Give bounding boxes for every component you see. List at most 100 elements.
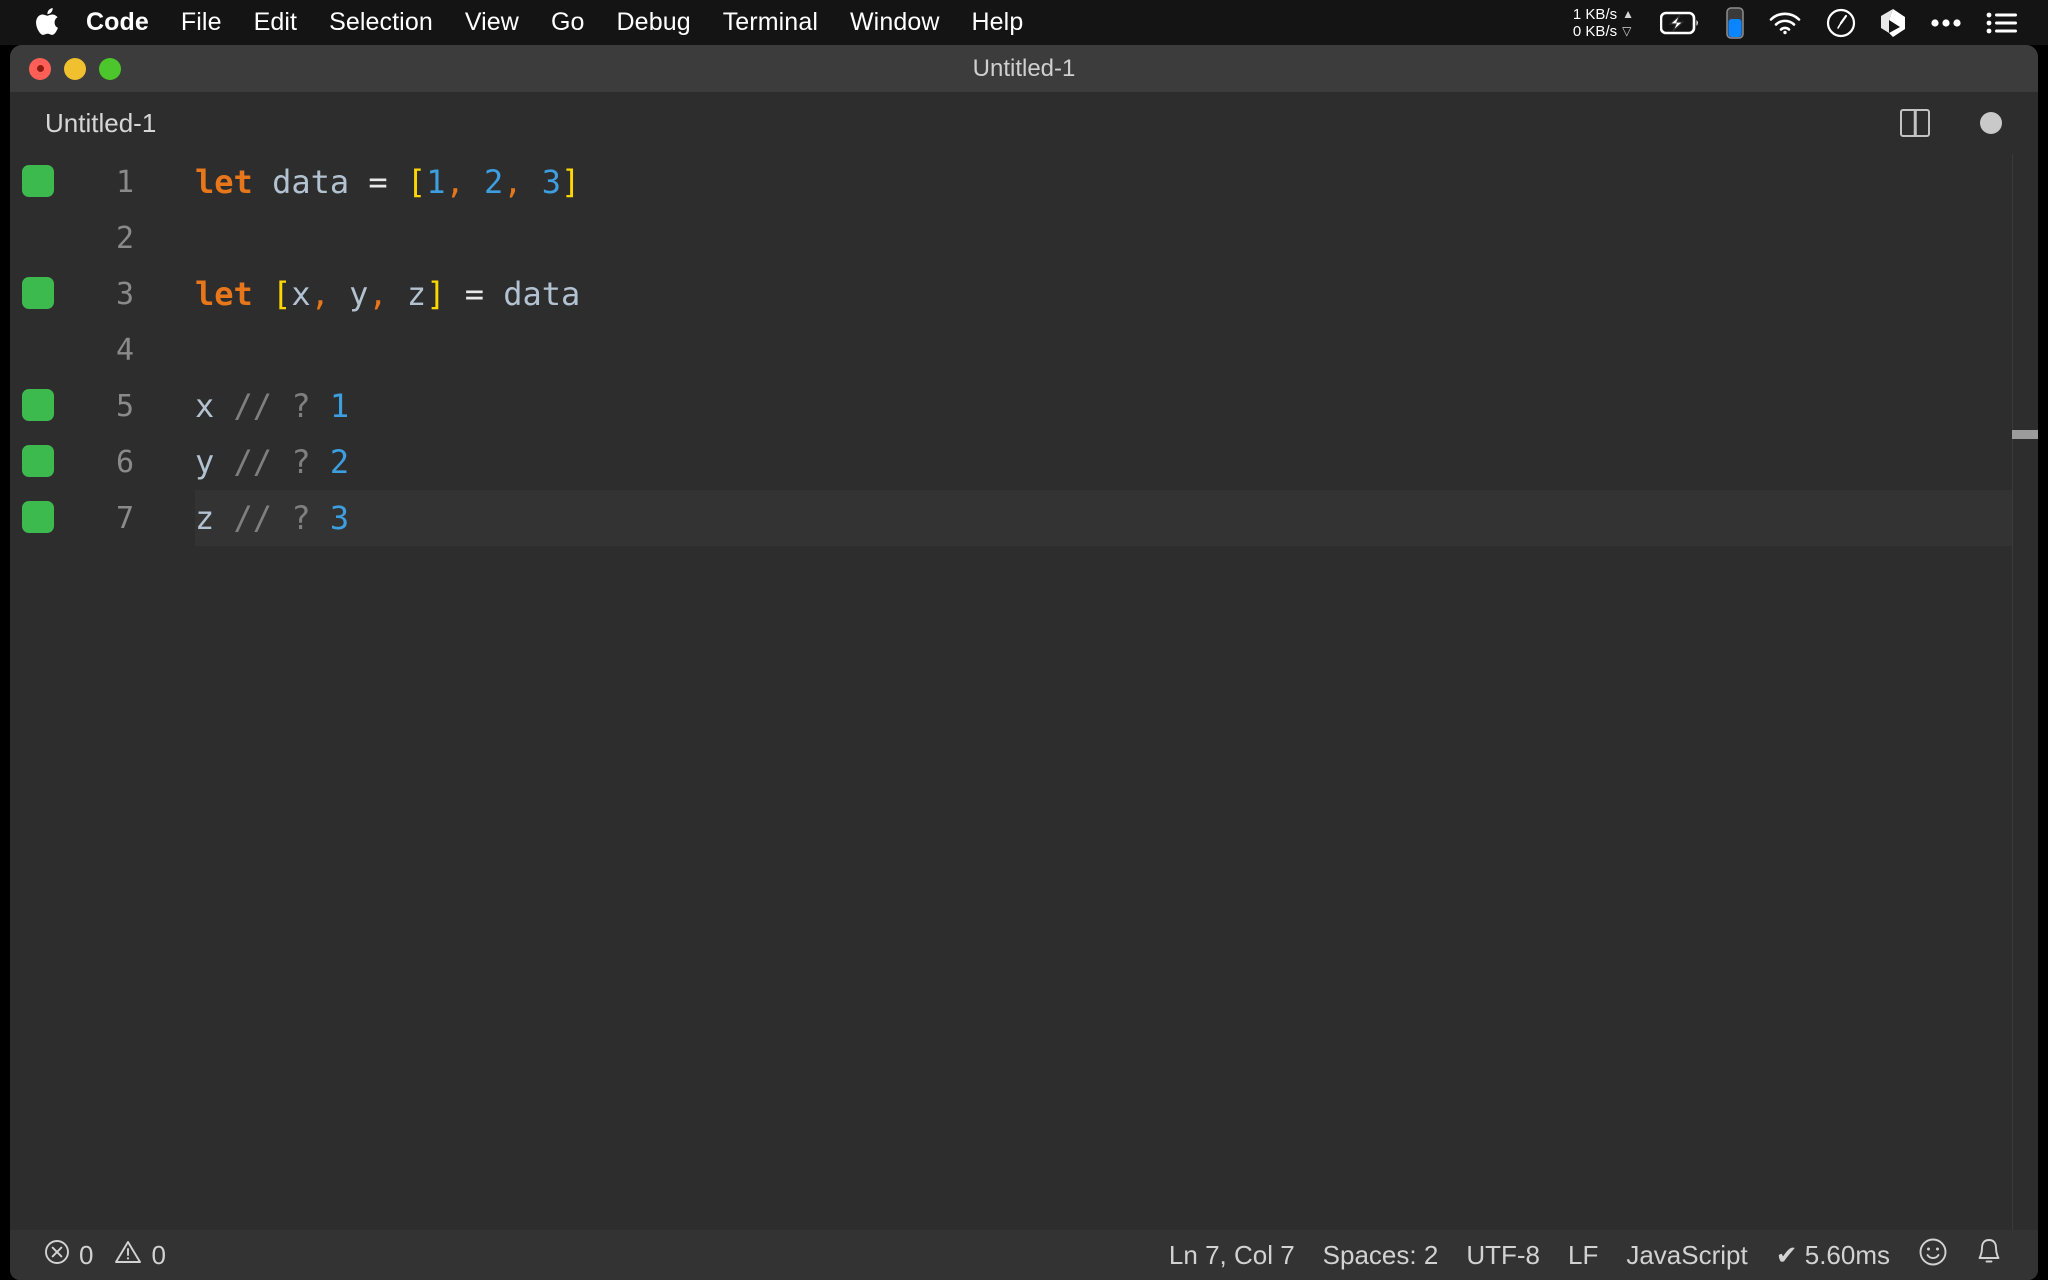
encoding-status[interactable]: UTF-8 <box>1452 1230 1554 1280</box>
code-line-5[interactable]: 5 x // ? 1 <box>10 378 2038 434</box>
notifications-status[interactable] <box>1962 1230 2016 1280</box>
ellipsis-icon[interactable] <box>1930 18 1962 28</box>
code-token: = <box>464 275 484 313</box>
problems-status[interactable]: 0 0 <box>32 1230 180 1280</box>
menubar-status-items: 1 KB/s 0 KB/s ▲ ▽ <box>1573 0 2030 45</box>
download-arrow-icon: ▽ <box>1622 23 1632 38</box>
bell-icon <box>1976 1237 2002 1274</box>
code-token: // ? <box>233 499 311 537</box>
menu-item-edit[interactable]: Edit <box>238 8 313 37</box>
line-content[interactable]: let [x, y, z] = data <box>195 266 2038 322</box>
status-bar-right: Ln 7, Col 7 Spaces: 2 UTF-8 LF JavaScrip… <box>1155 1230 2016 1280</box>
code-token: let <box>195 163 253 201</box>
menu-item-view[interactable]: View <box>449 8 535 37</box>
menu-item-go[interactable]: Go <box>535 8 601 37</box>
window-titlebar: Untitled-1 <box>10 45 2038 92</box>
overview-ruler[interactable] <box>2012 154 2038 1230</box>
unsaved-dot-icon[interactable] <box>1980 112 2002 134</box>
tab-label: Untitled-1 <box>45 107 157 138</box>
window-title: Untitled-1 <box>972 54 1076 82</box>
code-token: [ <box>406 163 427 201</box>
tab-untitled-1[interactable]: Untitled-1 <box>10 92 183 154</box>
split-editor-icon[interactable] <box>1900 109 1930 137</box>
menu-item-help[interactable]: Help <box>956 8 1040 37</box>
code-line-1[interactable]: 1 let data = [1, 2, 3] <box>10 154 2038 210</box>
line-content[interactable]: let data = [1, 2, 3] <box>195 154 2038 210</box>
code-token: ] <box>561 163 581 201</box>
code-token: z <box>195 499 215 537</box>
quokka-status[interactable]: ✔ 5.60ms <box>1762 1230 1904 1280</box>
battery-charging-icon[interactable] <box>1660 11 1702 35</box>
line-content[interactable]: y // ? 2 <box>195 434 2038 490</box>
language-mode-status[interactable]: JavaScript <box>1612 1230 1761 1280</box>
line-number: 1 <box>115 164 134 200</box>
line-content[interactable] <box>195 322 2038 378</box>
vscode-window: Untitled-1 Untitled-1 1 let data = [1, 2,… <box>10 45 2038 1280</box>
warning-triangle-icon <box>114 1239 142 1272</box>
code-token: , <box>445 163 465 201</box>
menu-item-file[interactable]: File <box>165 8 238 37</box>
code-token: data <box>272 163 350 201</box>
code-token: // ? <box>233 387 311 425</box>
dropbox-icon[interactable] <box>1880 8 1906 38</box>
code-lines-container: 1 let data = [1, 2, 3] 2 3 let [x, y, z] = d… <box>10 154 2038 546</box>
upload-arrow-icon: ▲ <box>1622 6 1634 21</box>
code-line-4[interactable]: 4 <box>10 322 2038 378</box>
menu-item-code[interactable]: Code <box>70 8 165 37</box>
code-token: , <box>368 275 388 313</box>
menu-item-selection[interactable]: Selection <box>313 8 449 37</box>
line-content[interactable]: x // ? 1 <box>195 378 2038 434</box>
battery-level-icon[interactable] <box>1726 6 1744 39</box>
line-number: 6 <box>115 444 134 480</box>
code-line-7[interactable]: 7 z // ? 3 <box>10 490 2038 546</box>
menu-item-window[interactable]: Window <box>834 8 956 37</box>
line-number: 2 <box>115 220 134 256</box>
clock-icon[interactable] <box>1826 8 1856 38</box>
feedback-status[interactable] <box>1904 1230 1962 1280</box>
editor-tabbar: Untitled-1 <box>10 92 2038 154</box>
code-token: 1 <box>329 387 350 425</box>
menubar-items: Code File Edit Selection View Go Debug T… <box>70 8 1039 37</box>
smiley-icon <box>1918 1237 1948 1274</box>
warning-count: 0 <box>151 1239 166 1270</box>
network-speed-indicator[interactable]: 1 KB/s 0 KB/s ▲ ▽ <box>1573 6 1634 40</box>
wifi-icon[interactable] <box>1768 11 1802 35</box>
menu-list-icon[interactable] <box>1986 11 2018 35</box>
code-token: [ <box>272 275 292 313</box>
code-line-6[interactable]: 6 y // ? 2 <box>10 434 2038 490</box>
cursor-position-status[interactable]: Ln 7, Col 7 <box>1155 1230 1309 1280</box>
code-token: , <box>503 163 523 201</box>
code-token: 3 <box>541 163 562 201</box>
code-token: x <box>291 275 311 313</box>
code-token: y <box>195 443 215 481</box>
indentation-status[interactable]: Spaces: 2 <box>1309 1230 1453 1280</box>
status-bar-left: 0 0 <box>32 1230 186 1280</box>
apple-logo-icon[interactable] <box>24 6 70 37</box>
code-line-2[interactable]: 2 <box>10 210 2038 266</box>
line-ending-status[interactable]: LF <box>1554 1230 1612 1280</box>
code-token: // ? <box>233 443 311 481</box>
macos-menubar: Code File Edit Selection View Go Debug T… <box>0 0 2048 45</box>
line-content[interactable]: z // ? 3 <box>195 490 2038 546</box>
menu-item-terminal[interactable]: Terminal <box>707 8 834 37</box>
code-line-3[interactable]: 3 let [x, y, z] = data <box>10 266 2038 322</box>
code-editor[interactable]: 1 let data = [1, 2, 3] 2 3 let [x, y, z] = d… <box>10 154 2038 1230</box>
menu-item-debug[interactable]: Debug <box>601 8 707 37</box>
code-token: let <box>195 275 253 313</box>
line-content[interactable] <box>195 210 2038 266</box>
line-number: 7 <box>115 500 134 536</box>
